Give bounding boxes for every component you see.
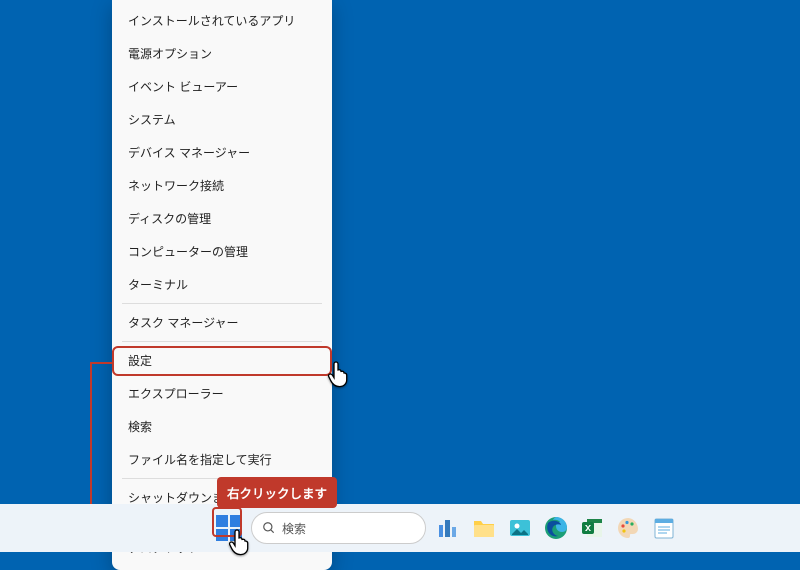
menu-item-settings[interactable]: 設定 [112,344,332,377]
folder-icon [472,517,496,539]
taskbar-explorer-button[interactable] [470,514,498,542]
menu-item-disk-management[interactable]: ディスクの管理 [112,202,332,235]
taskbar-search-box[interactable]: 検索 [251,512,426,544]
menu-item-installed-apps[interactable]: インストールされているアプリ [112,4,332,37]
buildings-icon [436,516,460,540]
menu-item-device-manager[interactable]: デバイス マネージャー [112,136,332,169]
photos-icon [508,517,532,539]
taskbar-excel-button[interactable] [578,514,606,542]
taskbar-notepad-button[interactable] [650,514,678,542]
search-icon [262,521,276,535]
annotation-line [90,362,92,520]
menu-item-network-connections[interactable]: ネットワーク接続 [112,169,332,202]
hand-cursor-icon [227,527,255,562]
menu-item-event-viewer[interactable]: イベント ビューアー [112,70,332,103]
menu-separator [122,303,322,304]
annotation-callout: 右クリックします [217,477,337,508]
taskbar-paint-button[interactable] [614,514,642,542]
taskbar-photos-button[interactable] [506,514,534,542]
search-placeholder: 検索 [282,520,306,537]
taskbar-widgets-button[interactable] [434,514,462,542]
menu-item-explorer[interactable]: エクスプローラー [112,377,332,410]
menu-item-run[interactable]: ファイル名を指定して実行 [112,443,332,476]
menu-item-terminal[interactable]: ターミナル [112,268,332,301]
menu-item-task-manager[interactable]: タスク マネージャー [112,306,332,339]
menu-item-system[interactable]: システム [112,103,332,136]
menu-item-search[interactable]: 検索 [112,410,332,443]
excel-icon [580,516,604,540]
menu-item-power-options[interactable]: 電源オプション [112,37,332,70]
edge-icon [544,516,568,540]
annotation-line [90,362,114,364]
taskbar: 検索 [0,504,800,552]
menu-separator [122,341,322,342]
taskbar-edge-button[interactable] [542,514,570,542]
palette-icon [616,516,640,540]
notepad-icon [653,516,675,540]
hand-cursor-icon [326,359,354,394]
menu-item-computer-management[interactable]: コンピューターの管理 [112,235,332,268]
